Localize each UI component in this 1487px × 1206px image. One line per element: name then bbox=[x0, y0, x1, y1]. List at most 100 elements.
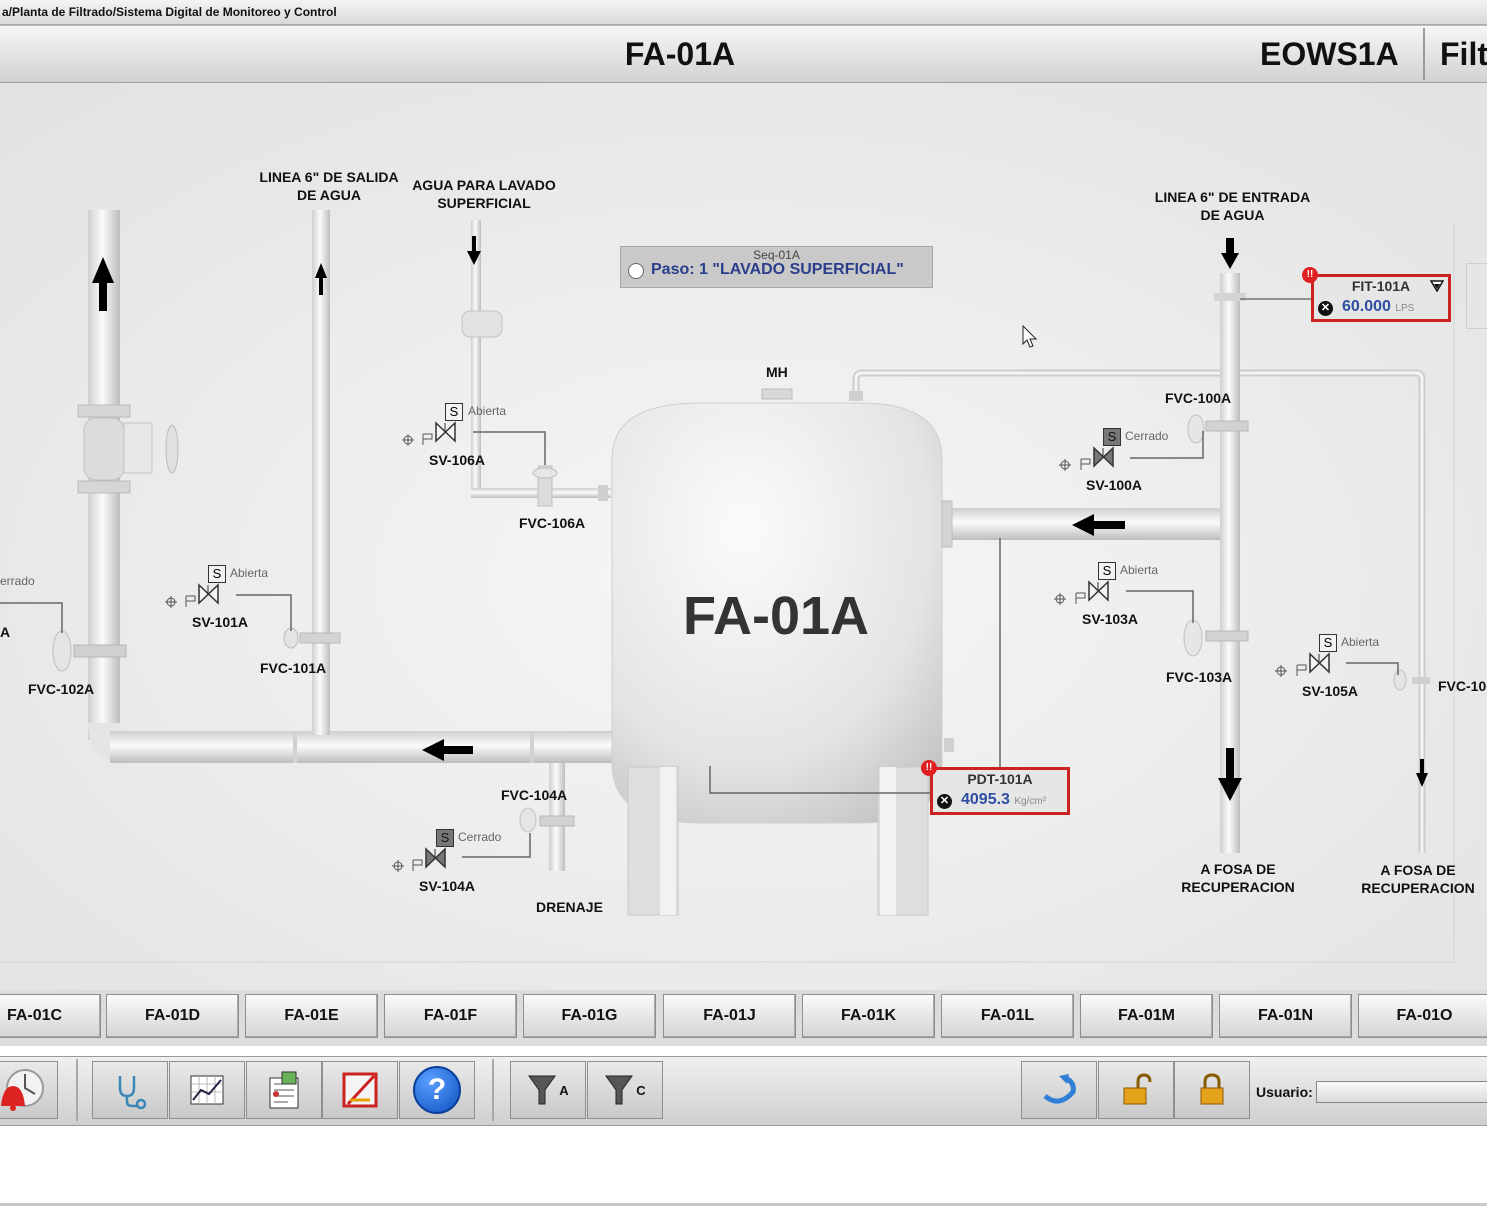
solenoid-tag: SV-103A bbox=[1082, 611, 1139, 627]
help-button[interactable]: ? bbox=[399, 1061, 475, 1119]
solenoid-sv-102a-state: errado bbox=[0, 574, 35, 588]
instrument-unit: LPS bbox=[1395, 303, 1415, 314]
trend-down-icon bbox=[1430, 280, 1444, 292]
label-outlet-line: LINEA 6" DE SALIDA DE AGUA bbox=[259, 169, 399, 203]
tab-fa-01f[interactable]: FA-01F bbox=[384, 994, 517, 1038]
disable-button[interactable] bbox=[322, 1061, 398, 1119]
reports-button[interactable] bbox=[246, 1061, 322, 1119]
tab-fa-01k[interactable]: FA-01K bbox=[802, 994, 935, 1038]
valve-tag-fvc-103a[interactable]: FVC-103A bbox=[1166, 668, 1232, 686]
filter-a-button[interactable]: A bbox=[510, 1061, 586, 1119]
instrument-fit-101a[interactable]: FIT-101A ✕ !! 60.000 LPS bbox=[1302, 267, 1451, 322]
area-title-truncated: Filt bbox=[1440, 36, 1487, 72]
diagnostics-button[interactable] bbox=[92, 1061, 168, 1119]
instrument-value: 4095.3 bbox=[961, 791, 1010, 808]
solenoid-valve-icon bbox=[165, 583, 219, 608]
filter-a-icon bbox=[528, 1075, 557, 1105]
report-icon bbox=[269, 1071, 299, 1109]
title-divider bbox=[1423, 28, 1425, 80]
solenoid-sv-103a[interactable]: S Abierta SV-103A bbox=[1049, 560, 1179, 630]
label-drain: DRENAJE bbox=[536, 899, 603, 915]
lock-button[interactable] bbox=[1174, 1061, 1250, 1119]
filter-tabs-bar: FA-01C FA-01D FA-01E FA-01F FA-01G FA-01… bbox=[0, 990, 1487, 1046]
valve-tag-fvc-104a[interactable]: FVC-104A bbox=[501, 786, 567, 804]
filter-c-letter: C bbox=[636, 1082, 646, 1098]
solenoid-sv-105a[interactable]: S Abierta SV-105A bbox=[1270, 632, 1400, 702]
label-surface-wash: AGUA PARA LAVADO SUPERFICIAL bbox=[412, 177, 556, 211]
sequence-radio-icon[interactable] bbox=[628, 263, 644, 279]
toolbar-separator bbox=[492, 1059, 494, 1121]
solenoid-sv-100a[interactable]: S Cerrado SV-100A bbox=[1054, 426, 1184, 496]
unlock-button[interactable] bbox=[1098, 1061, 1174, 1119]
instrument-value: 60.000 bbox=[1342, 298, 1391, 315]
sequence-id: Seq-01A bbox=[753, 248, 800, 262]
trends-button[interactable] bbox=[169, 1061, 245, 1119]
no-sign-icon bbox=[342, 1072, 378, 1108]
solenoid-sv-106a[interactable]: S Abierta SV-106A bbox=[398, 401, 528, 471]
tab-fa-01e[interactable]: FA-01E bbox=[245, 994, 378, 1038]
tab-fa-01m[interactable]: FA-01M bbox=[1080, 994, 1213, 1038]
tab-fa-01o[interactable]: FA-01O bbox=[1358, 994, 1487, 1038]
solenoid-state: Cerrado bbox=[1125, 429, 1169, 443]
solenoid-tag: SV-101A bbox=[192, 614, 249, 630]
solenoid-valve-icon bbox=[392, 847, 446, 872]
alarm-summary-button[interactable] bbox=[0, 1061, 58, 1119]
solenoid-sv-104a[interactable]: S Cerrado SV-104A bbox=[388, 827, 518, 897]
label-inlet-line: LINEA 6" DE ENTRADA DE AGUA bbox=[1154, 189, 1311, 223]
sequence-step: Paso: 1 "LAVADO SUPERFICIAL" bbox=[651, 261, 904, 278]
solenoid-state: Abierta bbox=[230, 566, 269, 580]
solenoid-valve-icon bbox=[402, 421, 456, 446]
process-canvas: LINEA 6" DE SALIDA DE AGUA AGUA PARA LAVA… bbox=[0, 83, 1487, 990]
tab-fa-01j[interactable]: FA-01J bbox=[663, 994, 796, 1038]
instrument-value-row: 4095.3 Kg/cm² bbox=[961, 791, 1046, 809]
alarm-icon: !! bbox=[1302, 267, 1318, 283]
sequence-status-panel[interactable]: Seq-01A Paso: 1 "LAVADO SUPERFICIAL" bbox=[620, 246, 933, 288]
instrument-value-row: 60.000 LPS bbox=[1342, 298, 1414, 316]
mouse-cursor-icon bbox=[1022, 325, 1038, 348]
solenoid-state: Abierta bbox=[1341, 635, 1380, 649]
filter-c-icon bbox=[605, 1075, 634, 1105]
valve-tag-fvc-101a[interactable]: FVC-101A bbox=[260, 659, 326, 677]
solenoid-sv-102a-tag[interactable]: A bbox=[0, 623, 10, 641]
instrument-tag: PDT-101A bbox=[967, 771, 1033, 787]
solenoid-tag: SV-104A bbox=[419, 878, 476, 894]
unlock-icon bbox=[1123, 1073, 1152, 1105]
lock-icon bbox=[1200, 1073, 1224, 1105]
label-recovery-pit-1: A FOSA DE RECUPERACION bbox=[1181, 861, 1295, 895]
valve-tag-fvc-105-truncated[interactable]: FVC-10 bbox=[1438, 677, 1486, 695]
refresh-button[interactable] bbox=[1021, 1061, 1097, 1119]
solenoid-tag: SV-106A bbox=[429, 452, 486, 468]
status-area bbox=[0, 1126, 1487, 1206]
tab-fa-01g[interactable]: FA-01G bbox=[523, 994, 656, 1038]
tab-fa-01n[interactable]: FA-01N bbox=[1219, 994, 1352, 1038]
alarm-icon: !! bbox=[921, 760, 937, 776]
label-manhole: MH bbox=[766, 364, 788, 380]
filter-c-button[interactable]: C bbox=[587, 1061, 663, 1119]
breadcrumb: a/Planta de Filtrado/Sistema Digital de … bbox=[0, 0, 1487, 25]
station-name: EOWS1A bbox=[1260, 36, 1399, 72]
filter-a-letter: A bbox=[559, 1082, 569, 1098]
help-icon: ? bbox=[413, 1066, 461, 1114]
page-title: FA-01A bbox=[624, 36, 736, 72]
solenoid-state: Abierta bbox=[468, 404, 507, 418]
instrument-unit: Kg/cm² bbox=[1014, 796, 1047, 807]
valve-tag-fvc-102a[interactable]: FVC-102A bbox=[28, 680, 94, 698]
valve-tag-fvc-100a[interactable]: FVC-100A bbox=[1165, 389, 1231, 407]
stethoscope-icon bbox=[118, 1076, 147, 1110]
side-panel-edge bbox=[1466, 263, 1487, 329]
refresh-icon bbox=[1043, 1074, 1076, 1104]
solenoid-sv-101a[interactable]: S Abierta SV-101A bbox=[160, 563, 290, 633]
valve-tag-fvc-106a[interactable]: FVC-106A bbox=[519, 514, 585, 532]
tab-fa-01c[interactable]: FA-01C bbox=[0, 994, 101, 1038]
instrument-pdt-101a[interactable]: PDT-101A ✕ !! 4095.3 Kg/cm² bbox=[921, 760, 1070, 815]
alarm-bell-icon bbox=[1, 1069, 44, 1111]
user-label: Usuario: bbox=[1256, 1084, 1313, 1100]
user-field[interactable] bbox=[1316, 1081, 1487, 1103]
bad-quality-icon: ✕ bbox=[937, 794, 952, 809]
solenoid-tag: SV-100A bbox=[1086, 477, 1143, 493]
tab-fa-01d[interactable]: FA-01D bbox=[106, 994, 239, 1038]
solenoid-state: Cerrado bbox=[458, 830, 502, 844]
label-recovery-pit-2: A FOSA DE RECUPERACION bbox=[1361, 862, 1475, 896]
tab-fa-01l[interactable]: FA-01L bbox=[941, 994, 1074, 1038]
solenoid-tag: SV-105A bbox=[1302, 683, 1359, 699]
